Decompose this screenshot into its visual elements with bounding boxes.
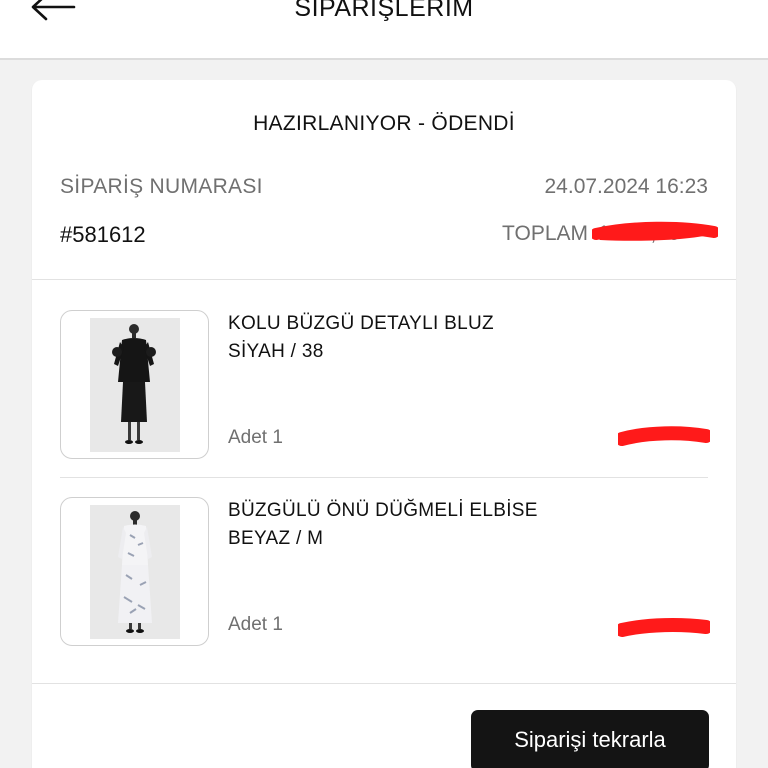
order-date: 24.07.2024 16:23 [544, 175, 709, 198]
order-item[interactable]: KOLU BÜZGÜ DETAYLI BLUZ SİYAH / 38 Adet … [60, 310, 710, 460]
order-number-label: SİPARİŞ NUMARASI [60, 175, 263, 198]
total-value: 1.248,00 [592, 220, 718, 248]
page-title: SİPARİŞLERİM [294, 0, 474, 22]
item-divider [60, 477, 708, 478]
order-item[interactable]: BÜZGÜLÜ ÖNÜ DÜĞMELİ ELBİSE BEYAZ / M Ade… [60, 497, 710, 647]
item-name: KOLU BÜZGÜ DETAYLI BLUZ [228, 313, 494, 334]
item-quantity: Adet 1 [228, 614, 283, 635]
price-redaction-mark [618, 618, 710, 637]
items-footer-divider [32, 683, 736, 684]
redaction-mark [592, 221, 718, 241]
item-name: BÜZGÜLÜ ÖNÜ DÜĞMELİ ELBİSE [228, 500, 538, 521]
reorder-button[interactable]: Siparişi tekrarla [471, 710, 709, 768]
product-photo [90, 318, 180, 452]
order-card: HAZIRLANIYOR - ÖDENDİ SİPARİŞ NUMARASI 2… [32, 80, 736, 768]
order-status: HAZIRLANIYOR - ÖDENDİ [253, 112, 515, 135]
total-label: TOPLAM [502, 222, 588, 245]
product-image-frame[interactable] [60, 310, 209, 459]
header-divider [32, 279, 736, 280]
item-quantity: Adet 1 [228, 427, 283, 448]
top-bar: SİPARİŞLERİM [0, 0, 768, 60]
order-number: #581612 [60, 222, 146, 247]
model-figure-black-blouse [90, 318, 180, 452]
model-figure-white-dress [90, 505, 180, 639]
item-variant: BEYAZ / M [228, 528, 324, 549]
product-photo [90, 505, 180, 639]
product-image-frame[interactable] [60, 497, 209, 646]
price-redaction-mark [618, 426, 710, 446]
item-variant: SİYAH / 38 [228, 341, 324, 362]
